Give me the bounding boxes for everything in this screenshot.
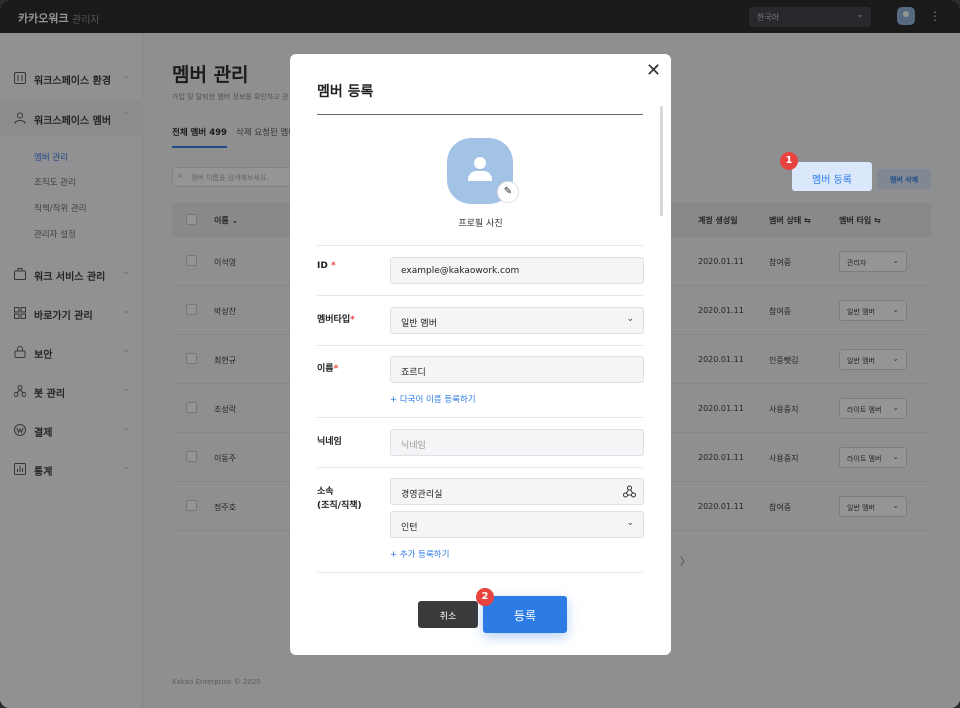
nickname-field[interactable]: 닉네임: [390, 429, 644, 456]
close-icon[interactable]: ✕: [646, 60, 661, 81]
divider: [317, 345, 643, 346]
profile-photo-label: 프로필 사진: [458, 219, 503, 229]
avatar-head: [474, 157, 486, 169]
member-type-value: 일반 멤버: [401, 319, 437, 329]
id-label: ID *: [317, 260, 336, 273]
divider: [317, 467, 643, 468]
dialog-title: 멤버 등록: [317, 84, 374, 100]
step-badge-2: 2: [476, 588, 494, 606]
scrollbar[interactable]: [660, 106, 663, 216]
org-field[interactable]: 경영관리실: [390, 478, 644, 505]
cancel-button[interactable]: 취소: [418, 601, 478, 628]
register-member-dialog: 멤버 등록 ✕ ✎ 프로필 사진 ID * example@kakaowork.…: [290, 54, 671, 655]
name-field[interactable]: 죠르디: [390, 356, 644, 383]
id-field[interactable]: example@kakaowork.com: [390, 257, 644, 284]
submit-label: 등록: [513, 609, 537, 623]
divider: [317, 245, 643, 246]
add-more-link[interactable]: + 추가 등록하기: [390, 548, 449, 560]
add-multilang-name-link[interactable]: + 다국어 이름 등록하기: [390, 393, 476, 405]
nickname-placeholder: 닉네임: [401, 441, 426, 451]
required-mark: *: [350, 315, 355, 325]
nickname-label: 닉네임: [317, 437, 342, 447]
chevron-down-icon: ⌄: [626, 314, 634, 324]
id-value: example@kakaowork.com: [401, 266, 520, 276]
position-value: 인턴: [401, 523, 418, 533]
member-type-label-text: 멤버타입: [317, 315, 351, 325]
org-label: 소속: [317, 487, 334, 497]
cancel-label: 취소: [439, 612, 457, 622]
divider: [317, 417, 643, 418]
divider: [317, 295, 643, 296]
position-dropdown[interactable]: 인턴 ⌄: [390, 511, 644, 538]
required-mark: *: [333, 364, 339, 374]
name-label: 이름*: [317, 363, 338, 376]
register-member-label: 멤버 등록: [812, 175, 852, 186]
org-value: 경영관리실: [401, 490, 443, 500]
step-badge-1: 1: [780, 152, 798, 170]
submit-button[interactable]: 등록: [483, 596, 567, 633]
title-divider: [317, 114, 643, 115]
chevron-down-icon: ⌄: [626, 518, 634, 528]
id-label-text: ID: [317, 261, 328, 271]
avatar-body: [468, 171, 492, 181]
member-type-label: 멤버타입*: [317, 314, 355, 327]
register-member-button[interactable]: 멤버 등록: [792, 162, 872, 191]
pencil-icon[interactable]: ✎: [497, 181, 519, 203]
org-sublabel: (조직/직책): [317, 501, 362, 511]
name-label-text: 이름: [317, 364, 334, 374]
name-value: 죠르디: [401, 368, 426, 378]
required-mark: *: [330, 261, 336, 271]
app-frame: 카카오워크 관리자 한국어 ⌄ ⋮ 워크스페이스 환경 ⌄ 워크스페이스 멤버 …: [0, 0, 960, 708]
member-type-dropdown[interactable]: 일반 멤버 ⌄: [390, 307, 644, 334]
divider: [317, 572, 643, 573]
org-chart-icon[interactable]: [623, 485, 636, 498]
